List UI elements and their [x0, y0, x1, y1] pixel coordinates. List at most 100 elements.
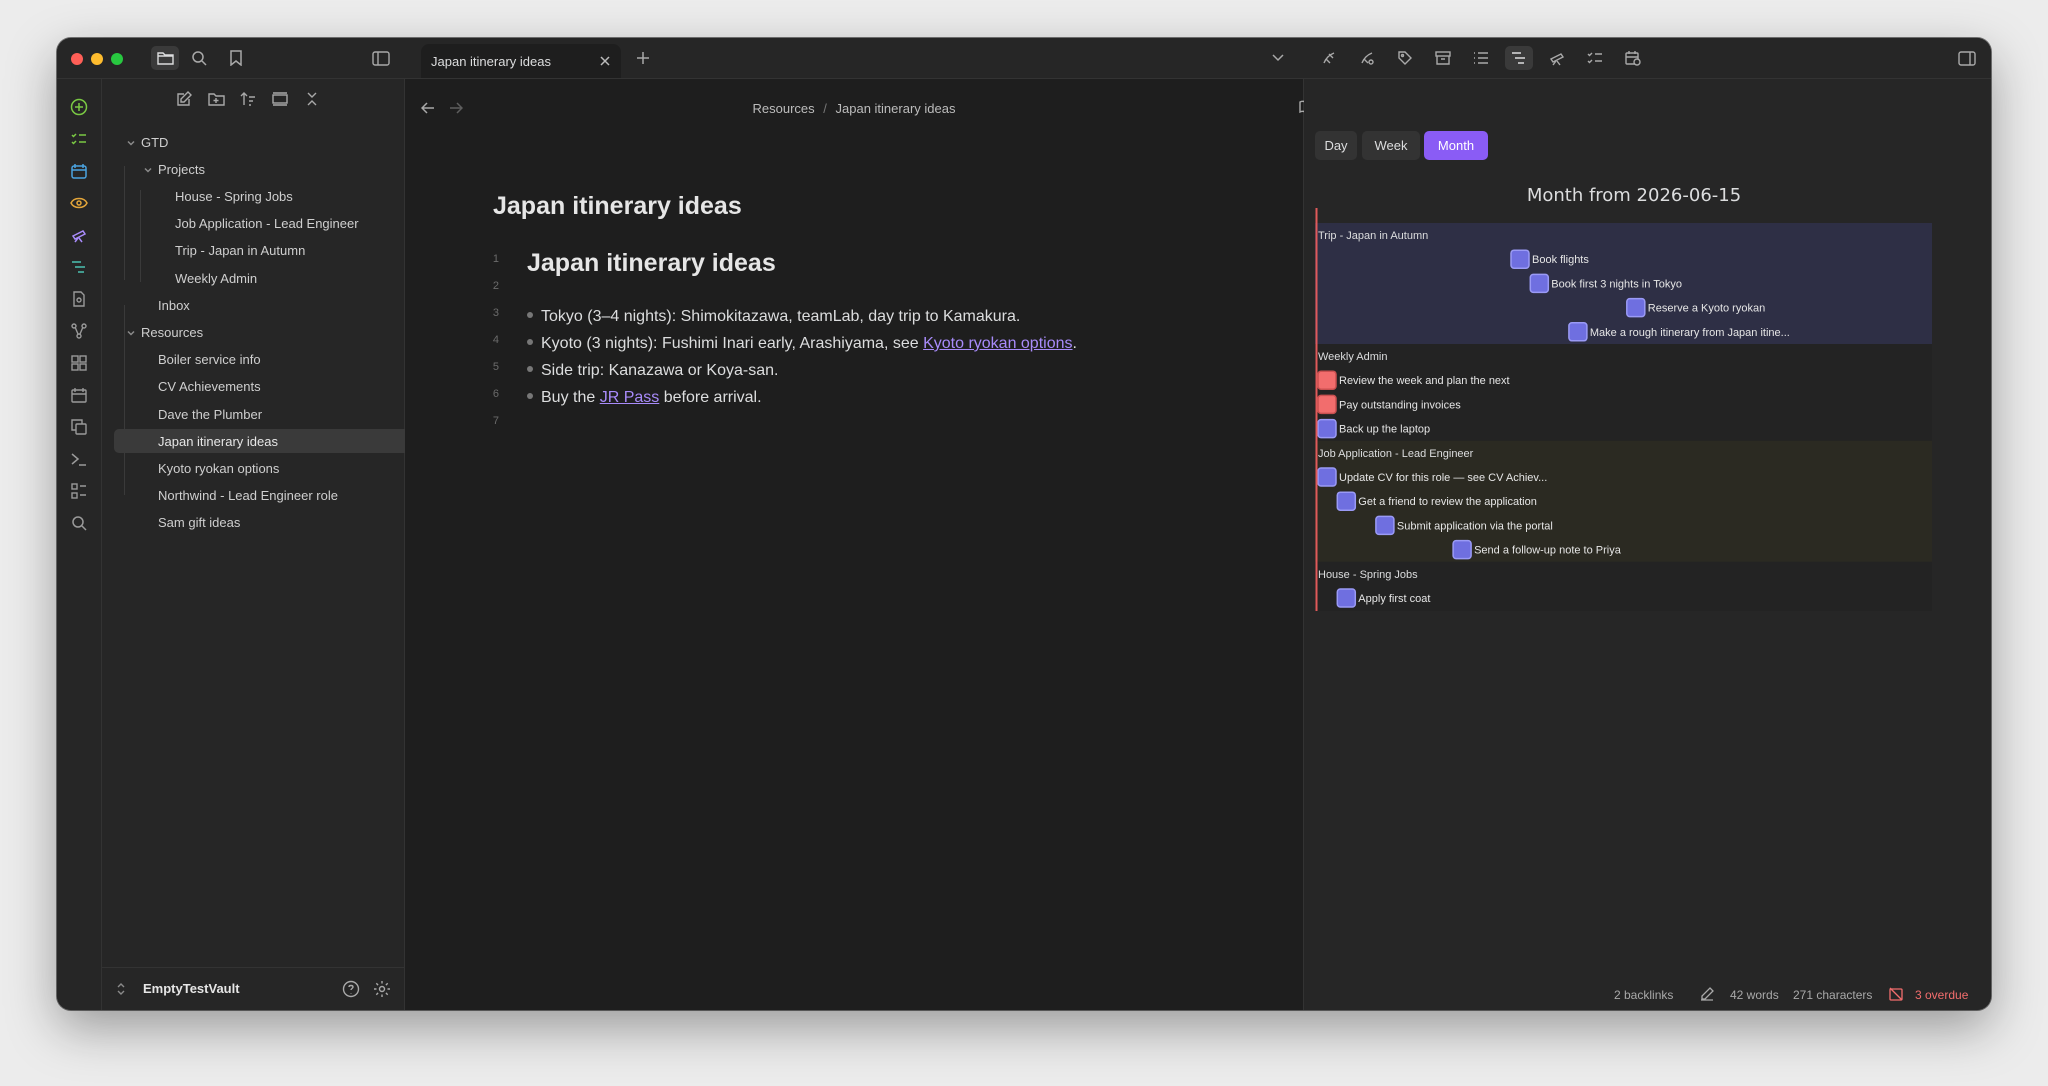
note-item[interactable]: Sam gift ideas [158, 511, 240, 535]
bullet-4-end: before arrival. [659, 389, 762, 406]
new-task-icon[interactable] [69, 97, 89, 117]
gantt-ribbon-icon[interactable] [69, 257, 89, 277]
pane-tab-icon-2[interactable] [1355, 46, 1379, 70]
checklist-icon[interactable] [1583, 46, 1607, 70]
help-icon[interactable] [342, 980, 360, 1003]
bullet-dot [527, 365, 533, 372]
note-item[interactable]: House - Spring Jobs [175, 184, 293, 208]
archive-icon[interactable] [1431, 46, 1455, 70]
bullet-line-3[interactable]: Side trip: Kanazawa or Koya-san. [527, 362, 778, 380]
note-item[interactable]: Inbox [158, 293, 190, 317]
terminal-icon[interactable] [69, 449, 89, 469]
calendar-icon[interactable] [69, 161, 89, 181]
folder-item[interactable]: GTD [141, 130, 168, 154]
files-tab-icon[interactable] [151, 46, 179, 70]
search-ribbon-icon[interactable] [69, 513, 89, 533]
new-tab-icon[interactable] [631, 46, 655, 70]
folder-item[interactable]: Resources [141, 320, 203, 344]
minimize-window-button[interactable] [91, 53, 103, 65]
bullet-line-1[interactable]: Tokyo (3–4 nights): Shimokitazawa, teamL… [527, 308, 1020, 326]
calendar-outline-icon[interactable] [69, 385, 89, 405]
bullet-4-text: Buy the [541, 389, 600, 406]
breadcrumb-folder[interactable]: Resources [753, 101, 815, 116]
telescope-icon[interactable] [1545, 46, 1569, 70]
note-item[interactable]: Boiler service info [158, 348, 261, 372]
bullet-line-4[interactable]: Buy the JR Pass before arrival. [527, 389, 762, 407]
tree-item-label: Inbox [158, 297, 190, 313]
new-note-icon[interactable] [174, 89, 194, 109]
pane-tab-icon-1[interactable] [1317, 46, 1341, 70]
toggle-left-sidebar-icon[interactable] [369, 46, 393, 70]
eye-icon[interactable] [69, 193, 89, 213]
chevron-down-icon[interactable] [142, 163, 154, 175]
tab-list-chevron-icon[interactable] [1266, 46, 1290, 70]
graph-icon[interactable] [69, 321, 89, 341]
grid-icon[interactable] [69, 353, 89, 373]
gantt-task-bar[interactable] [1375, 515, 1395, 536]
gantt-task-bar[interactable] [1626, 297, 1646, 318]
tags-icon[interactable] [1393, 46, 1417, 70]
note-item[interactable]: Weekly Admin [175, 266, 257, 290]
title-bar: Japan itinerary ideas [57, 38, 1991, 79]
view-day-button[interactable]: Day [1315, 131, 1357, 160]
gantt-task-bar[interactable] [1568, 322, 1588, 342]
edit-pencil-icon[interactable] [1700, 987, 1714, 1004]
gantt-task-bar[interactable] [1317, 467, 1337, 487]
view-month-button[interactable]: Month [1424, 131, 1488, 160]
overdue-count[interactable]: 3 overdue [1915, 988, 1968, 1002]
auto-reveal-icon[interactable] [270, 89, 290, 109]
search-tab-icon[interactable] [187, 46, 211, 70]
vault-name[interactable]: EmptyTestVault [143, 981, 240, 996]
telescope-ribbon-icon[interactable] [69, 225, 89, 245]
note-item[interactable]: Job Application - Lead Engineer [175, 212, 359, 236]
sort-icon[interactable] [238, 89, 258, 109]
task-list-icon[interactable] [69, 129, 89, 149]
close-window-button[interactable] [71, 53, 83, 65]
sync-off-icon[interactable] [1889, 987, 1903, 1004]
note-item[interactable]: CV Achievements [158, 375, 261, 399]
note-item[interactable]: Dave the Plumber [158, 402, 262, 426]
chevron-down-icon[interactable] [125, 136, 137, 148]
document-icon[interactable] [69, 289, 89, 309]
breadcrumb-note[interactable]: Japan itinerary ideas [836, 101, 956, 116]
note-item[interactable]: Trip - Japan in Autumn [175, 239, 305, 263]
gantt-task-bar[interactable] [1336, 588, 1357, 608]
note-title[interactable]: Japan itinerary ideas [493, 192, 742, 221]
chevron-down-icon[interactable] [125, 326, 137, 338]
gantt-task-bar[interactable] [1452, 539, 1472, 560]
gantt-task-bar[interactable] [1529, 273, 1550, 294]
gantt-task-bar[interactable] [1317, 418, 1337, 439]
zoom-window-button[interactable] [111, 53, 123, 65]
close-tab-icon[interactable] [597, 53, 613, 69]
line-number: 3 [492, 307, 499, 319]
layout-list-icon[interactable] [69, 481, 89, 501]
bookmarks-tab-icon[interactable] [224, 46, 248, 70]
gantt-task-bar[interactable] [1317, 394, 1337, 415]
tab-title: Japan itinerary ideas [431, 53, 551, 69]
copy-icon[interactable] [69, 417, 89, 437]
folder-item[interactable]: Projects [158, 157, 205, 181]
note-item[interactable]: Japan itinerary ideas [114, 429, 430, 454]
gantt-task-bar[interactable] [1317, 370, 1337, 390]
note-item[interactable]: Kyoto ryokan options [158, 456, 279, 480]
calendar-clock-icon[interactable] [1621, 46, 1645, 70]
list-icon[interactable] [1469, 46, 1493, 70]
gantt-view-icon[interactable] [1505, 46, 1533, 70]
tab-japan-itinerary[interactable]: Japan itinerary ideas [421, 44, 621, 78]
tree-item-label: House - Spring Jobs [175, 188, 293, 204]
vault-switch-icon[interactable] [116, 982, 126, 1001]
heading-line[interactable]: Japan itinerary ideas [527, 249, 776, 278]
note-item[interactable]: Northwind - Lead Engineer role [158, 484, 338, 508]
left-ribbon [57, 79, 102, 1010]
toggle-right-sidebar-icon[interactable] [1955, 46, 1979, 70]
jr-pass-link[interactable]: JR Pass [600, 389, 660, 406]
new-folder-icon[interactable] [206, 89, 226, 109]
kyoto-ryokan-link[interactable]: Kyoto ryokan options [923, 335, 1072, 352]
backlinks-count[interactable]: 2 backlinks [1614, 988, 1673, 1002]
settings-gear-icon[interactable] [373, 980, 391, 1003]
bullet-line-2[interactable]: Kyoto (3 nights): Fushimi Inari early, A… [527, 335, 1077, 353]
gantt-task-bar[interactable] [1510, 249, 1530, 269]
gantt-task-bar[interactable] [1336, 491, 1357, 511]
collapse-all-icon[interactable] [302, 89, 322, 109]
view-week-button[interactable]: Week [1362, 131, 1420, 160]
